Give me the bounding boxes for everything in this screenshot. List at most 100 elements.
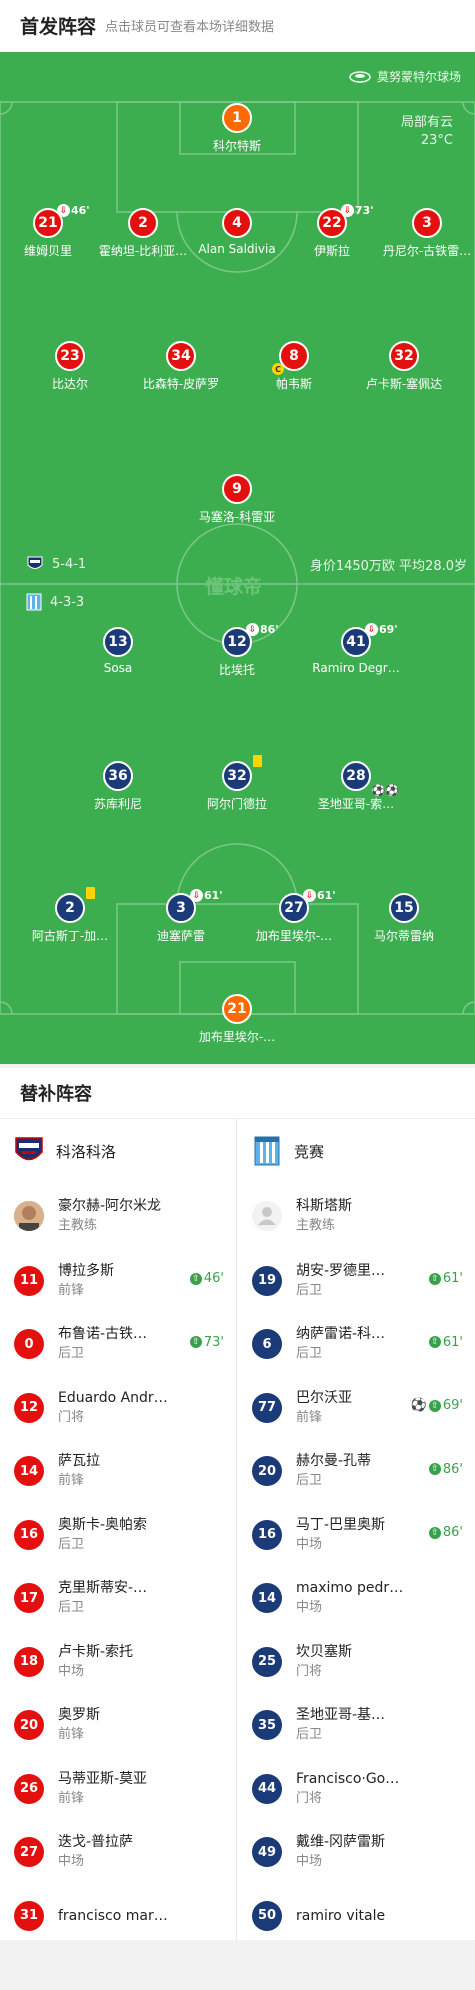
away-subs-column: 竞赛 科斯塔斯 主教练 19 胡安-罗德里… 后卫 ⇧ 61' 6 纳萨雷诺-科… 后卫 ⇧ 6… bbox=[238, 1119, 475, 1941]
sub-in-icon: ⇧ bbox=[189, 1336, 202, 1348]
player-name: 戴维-冈萨雷斯 bbox=[296, 1834, 386, 1851]
home-player-8[interactable]: 8 C 帕韦斯 bbox=[239, 341, 349, 392]
sub-player-row[interactable]: 16 奥斯卡-奥帕索 后卫 bbox=[0, 1503, 236, 1567]
player-name: ramiro vitale bbox=[296, 1907, 386, 1924]
sub-player-row[interactable]: 20 赫尔曼-孔蒂 后卫 ⇧ 86' bbox=[238, 1440, 475, 1504]
player-name: Ramiro Degr… bbox=[312, 661, 400, 675]
home-subs-column: 科洛科洛 豪尔赫-阿尔米龙 主教练 11 博拉多斯前锋 ⇧ 46' 0 布鲁诺-古铁… 后… bbox=[0, 1119, 237, 1941]
sub-player-row[interactable]: 77 巴尔沃亚 前锋 ⚽ ⇧ 69' bbox=[238, 1376, 475, 1440]
sub-player-row[interactable]: 14 maximo pedr… 中场 bbox=[238, 1567, 475, 1631]
sub-player-row[interactable]: 19 胡安-罗德里… 后卫 ⇧ 61' bbox=[238, 1249, 475, 1313]
sub-in-icon: ⇧ bbox=[189, 1272, 202, 1285]
sub-player-row[interactable]: 14 萨瓦拉 前锋 bbox=[0, 1440, 236, 1504]
sub-in-icon: ⇧ bbox=[428, 1463, 441, 1475]
temperature: 23°C bbox=[420, 133, 453, 148]
player-name: 卢卡斯-塞佩达 bbox=[365, 377, 443, 391]
player-name: maximo pedr… bbox=[296, 1580, 404, 1597]
home-player-3[interactable]: 3 丹尼尔-古铁雷… bbox=[372, 208, 475, 259]
away-player-27[interactable]: 27 ⇩ 61' 加布里埃尔-… bbox=[239, 889, 349, 944]
home-player-9[interactable]: 9 马塞洛-科雷亚 bbox=[182, 474, 292, 525]
player-position: 前锋 bbox=[58, 1790, 85, 1806]
sub-player-row[interactable]: 11 博拉多斯 前锋 ⇧ 46' bbox=[0, 1249, 236, 1313]
player-number-badge: 16 bbox=[252, 1519, 282, 1550]
player-number-badge: 34 bbox=[166, 341, 196, 371]
sub-player-row[interactable]: 25 坎贝塞斯 门将 bbox=[238, 1630, 475, 1694]
player-number-badge: 18 bbox=[14, 1646, 44, 1677]
sub-player-row[interactable]: 35 圣地亚哥-基… 后卫 bbox=[238, 1694, 475, 1758]
sub-player-row[interactable]: 44 Francisco·Go… 门将 bbox=[238, 1757, 475, 1821]
away-player-21[interactable]: 21 加布里埃尔-… bbox=[182, 994, 292, 1045]
sub-player-row[interactable]: 31 francisco mar… bbox=[0, 1884, 236, 1948]
player-number-badge: 22 ⇩ 73' bbox=[317, 204, 374, 238]
goal-icons: ⚽⚽ bbox=[371, 784, 399, 797]
sub-player-row[interactable]: 49 戴维-冈萨雷斯 中场 bbox=[238, 1821, 475, 1885]
sub-out-indicator: ⇩ 61' bbox=[303, 889, 336, 902]
away-player-36[interactable]: 36 苏库利尼 bbox=[63, 761, 173, 812]
away-player-15[interactable]: 15 马尔蒂雷纳 bbox=[349, 893, 459, 944]
away-coach-row[interactable]: 科斯塔斯 主教练 bbox=[238, 1183, 475, 1249]
away-player-3[interactable]: 3 ⇩ 61' 迪塞萨雷 bbox=[126, 889, 236, 944]
player-position: 后卫 bbox=[58, 1600, 85, 1616]
home-player-4[interactable]: 4 Alan Saldivia bbox=[182, 208, 292, 256]
lineup-subtitle: 点击球员可查看本场详细数据 bbox=[105, 20, 275, 35]
player-position: 中场 bbox=[296, 1536, 323, 1552]
player-number-badge: 3 ⇩ 61' bbox=[166, 889, 223, 923]
home-player-34[interactable]: 34 比森特-皮萨罗 bbox=[126, 341, 236, 392]
player-number-badge: 11 bbox=[14, 1265, 44, 1296]
away-player-12[interactable]: 12 ⇩ 86' 比埃托 bbox=[182, 623, 292, 678]
player-number-badge: 1 bbox=[222, 103, 252, 133]
home-team-row[interactable]: 科洛科洛 bbox=[0, 1119, 236, 1183]
away-player-28[interactable]: 28 ⚽⚽ 圣地亚哥-索… bbox=[301, 761, 411, 812]
home-player-1[interactable]: 1 科尔特斯 bbox=[182, 103, 292, 154]
home-formation-text: 5-4-1 bbox=[52, 556, 87, 572]
player-name: 卢卡斯-索托 bbox=[58, 1643, 134, 1660]
home-player-32[interactable]: 32 卢卡斯-塞佩达 bbox=[349, 341, 459, 392]
away-formation-text: 4-3-3 bbox=[50, 594, 85, 610]
player-number-badge: 14 bbox=[252, 1583, 282, 1614]
player-number-badge: 17 bbox=[14, 1583, 44, 1614]
player-name: 加布里埃尔-… bbox=[198, 1030, 276, 1044]
sub-player-row[interactable]: 16 马丁-巴里奥斯 中场 ⇧ 86' bbox=[238, 1503, 475, 1567]
sub-player-row[interactable]: 12 Eduardo Andr… 门将 bbox=[0, 1376, 236, 1440]
home-formation: 5-4-1 bbox=[26, 555, 86, 573]
player-number-badge: 20 bbox=[252, 1456, 282, 1487]
player-name: 马塞洛-科雷亚 bbox=[198, 510, 276, 524]
player-name: 圣地亚哥-索… bbox=[317, 797, 395, 811]
player-name: 马蒂亚斯-莫亚 bbox=[58, 1770, 148, 1787]
home-player-22[interactable]: 22 ⇩ 73' 伊斯拉 bbox=[277, 204, 387, 259]
player-number-badge: 26 bbox=[14, 1773, 44, 1804]
home-player-23[interactable]: 23 比达尔 bbox=[15, 341, 125, 392]
sub-player-row[interactable]: 26 马蒂亚斯-莫亚 前锋 bbox=[0, 1757, 236, 1821]
sub-player-row[interactable]: 6 纳萨雷诺-科… 后卫 ⇧ 61' bbox=[238, 1313, 475, 1377]
away-player-41[interactable]: 41 ⇩ 69' Ramiro Degr… bbox=[301, 623, 411, 675]
sub-out-icon: ⇩ bbox=[303, 889, 316, 902]
player-name: 圣地亚哥-基… bbox=[296, 1707, 386, 1724]
sub-player-row[interactable]: 50 ramiro vitale bbox=[238, 1884, 475, 1948]
sub-out-icon: ⇩ bbox=[246, 623, 259, 636]
player-number-badge: 0 bbox=[14, 1329, 44, 1360]
sub-player-row[interactable]: 20 奥罗斯 前锋 bbox=[0, 1694, 236, 1758]
sub-player-row[interactable]: 27 迭戈-普拉萨 中场 bbox=[0, 1821, 236, 1885]
player-number-badge: 50 bbox=[252, 1900, 282, 1931]
home-team-crest-icon bbox=[14, 1134, 44, 1168]
sub-out-indicator: ⇩ 69' bbox=[365, 623, 398, 636]
away-player-2[interactable]: 2 阿古斯丁-加… bbox=[15, 887, 125, 944]
away-team-row[interactable]: 竞赛 bbox=[238, 1119, 475, 1183]
away-player-13[interactable]: 13 Sosa bbox=[63, 627, 173, 675]
sub-player-row[interactable]: 18 卢卡斯-索托 中场 bbox=[0, 1630, 236, 1694]
away-player-32[interactable]: 32 阿尔门德拉 bbox=[182, 755, 292, 812]
player-position: 前锋 bbox=[58, 1473, 85, 1489]
home-coach-row[interactable]: 豪尔赫-阿尔米龙 主教练 bbox=[0, 1183, 236, 1249]
player-position: 后卫 bbox=[296, 1282, 323, 1298]
sub-player-row[interactable]: 17 克里斯蒂安-… 后卫 bbox=[0, 1567, 236, 1631]
player-name: Eduardo Andr… bbox=[58, 1389, 168, 1406]
weather-info: 局部有云 23°C bbox=[401, 114, 453, 150]
sub-player-row[interactable]: 0 布鲁诺-古铁… 后卫 ⇧ 73' bbox=[0, 1313, 236, 1377]
player-name: 博拉多斯 bbox=[58, 1262, 114, 1279]
sub-in-indicator: ⇧ 46' bbox=[189, 1271, 224, 1286]
player-number-badge: 32 bbox=[389, 341, 419, 371]
sub-in-indicator: ⇧ 61' bbox=[428, 1335, 463, 1350]
watermark: 懂球帝 bbox=[205, 576, 263, 598]
player-name: 伊斯拉 bbox=[313, 244, 350, 258]
sub-out-icon: ⇩ bbox=[341, 204, 354, 217]
